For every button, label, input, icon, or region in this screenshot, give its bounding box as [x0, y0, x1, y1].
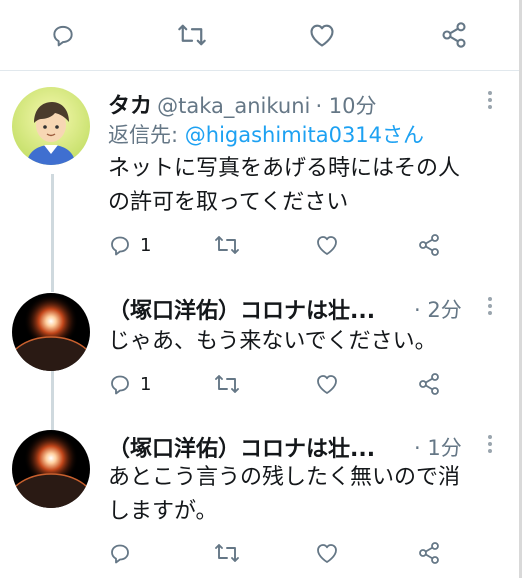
tweet-text: ネットに写真をあげる時にはその人 の許可を取ってください [108, 152, 460, 220]
retweet-button[interactable] [214, 373, 240, 395]
timestamp[interactable]: · 2分 [414, 294, 462, 324]
share-button[interactable] [417, 541, 441, 565]
timestamp[interactable]: · 1分 [414, 432, 462, 462]
tweet-text-line: の許可を取ってください [108, 190, 349, 215]
thread-line [51, 370, 54, 430]
top-action-bar [0, 0, 522, 70]
heart-icon [317, 375, 337, 394]
comment-icon [53, 25, 73, 47]
heart-icon [317, 544, 337, 563]
heart-icon [310, 24, 334, 47]
tweet-header: （塚口洋佑）コロナは壮... [108, 431, 375, 463]
tweet-text: じゃあ、もう来ないでください。 [108, 325, 437, 359]
retweet-icon [215, 236, 239, 254]
share-button[interactable] [440, 21, 468, 49]
comment-icon [111, 236, 129, 256]
more-options-icon[interactable] [488, 91, 492, 112]
tweet-header: （塚口洋佑）コロナは壮... [108, 293, 375, 325]
reply-count: 1 [140, 373, 152, 395]
more-options-icon[interactable] [488, 435, 492, 456]
share-icon [419, 373, 439, 395]
retweet-button[interactable] [214, 542, 240, 564]
tweet-text-line: ネットに写真をあげる時にはその人 [108, 156, 461, 181]
tweet-text-line: じゃあ、もう来ないでください。 [108, 329, 437, 354]
divider [0, 70, 522, 71]
reply-to-label: 返信先: [108, 123, 185, 147]
retweet-icon [178, 24, 206, 46]
like-button[interactable] [315, 373, 339, 395]
share-icon [419, 234, 439, 256]
share-icon [419, 542, 439, 564]
reply-button[interactable] [108, 541, 132, 565]
tweet-text-line: しますが。 [108, 499, 218, 524]
reply-to-line: 返信先: @higashimita0314さん [108, 119, 424, 149]
avatar[interactable] [12, 293, 90, 371]
reply-button[interactable]: 1 [108, 372, 151, 396]
retweet-icon [215, 375, 239, 393]
share-button[interactable] [417, 372, 441, 396]
comment-icon [111, 544, 129, 564]
avatar[interactable] [12, 430, 90, 508]
reply-button[interactable]: 1 [108, 233, 151, 257]
reply-to-mention[interactable]: @higashimita0314さん [185, 123, 424, 147]
retweet-icon [215, 544, 239, 562]
heart-icon [317, 236, 337, 255]
comment-icon [111, 375, 129, 395]
avatar[interactable] [12, 87, 90, 165]
display-name[interactable]: タカ [108, 94, 152, 119]
handle[interactable]: @taka_anikuni [157, 94, 310, 118]
timestamp[interactable]: · 10分 [315, 94, 376, 118]
tweet-header: タカ @taka_anikuni · 10分 [108, 88, 377, 120]
reply-button[interactable] [50, 22, 76, 48]
retweet-button[interactable] [214, 234, 240, 256]
tweet-text-line: あとこう言うの残したく無いので消 [108, 465, 461, 490]
retweet-button[interactable] [177, 22, 207, 48]
more-options-icon[interactable] [488, 297, 492, 318]
tweet-text: あとこう言うの残したく無いので消 しますが。 [108, 461, 460, 529]
like-button[interactable] [315, 542, 339, 564]
like-button[interactable] [308, 22, 336, 48]
like-button[interactable] [315, 234, 339, 256]
share-icon [442, 22, 466, 48]
reply-count: 1 [140, 234, 152, 256]
share-button[interactable] [417, 233, 441, 257]
display-name[interactable]: （塚口洋佑）コロナは壮... [108, 299, 375, 324]
display-name[interactable]: （塚口洋佑）コロナは壮... [108, 437, 375, 462]
thread-line [51, 174, 54, 292]
